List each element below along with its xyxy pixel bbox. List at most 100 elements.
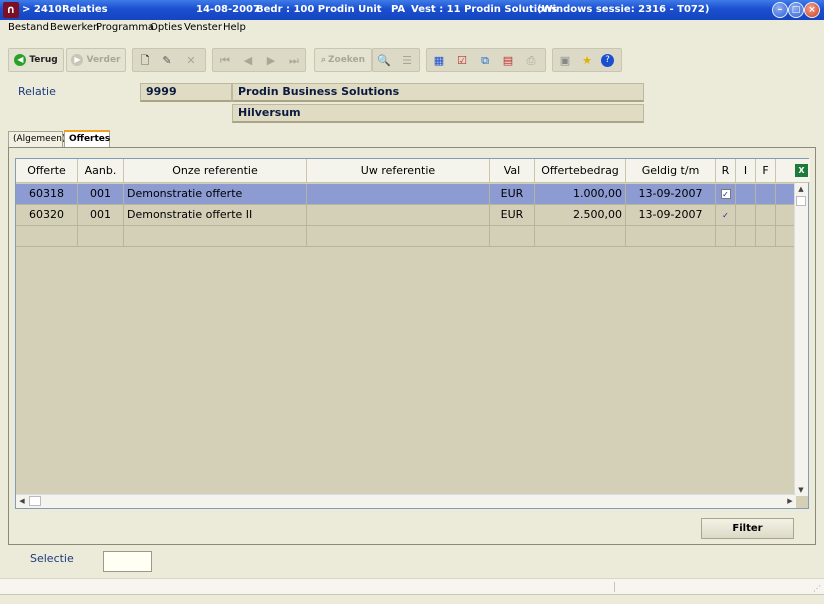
selection-label: Selectie (30, 552, 74, 565)
title-bar: ∩ > 2410 Relaties 14-08-2007 Bedr : 100 … (0, 0, 824, 20)
help-icon[interactable]: ? (601, 54, 614, 67)
forward-button[interactable]: ▶ Verder (66, 48, 126, 72)
forward-arrow-icon: ▶ (71, 54, 84, 66)
col-extra (776, 159, 794, 183)
cell-i (736, 205, 756, 226)
col-offertebedrag[interactable]: Offertebedrag (535, 159, 626, 183)
resize-grip-icon[interactable]: ⋰ (813, 584, 821, 593)
cell-uw-ref (307, 184, 490, 205)
scroll-thumb[interactable] (796, 196, 806, 206)
menu-venster[interactable]: Venster (184, 22, 222, 33)
network-icon[interactable]: ⧉ (477, 53, 493, 69)
grid-header: Offerte Aanb. Onze referentie Uw referen… (16, 159, 810, 183)
col-offerte[interactable]: Offerte (16, 159, 78, 183)
menu-bewerken[interactable]: Bewerken (50, 22, 99, 33)
search-button[interactable]: ⌕ Zoeken (314, 48, 372, 72)
relation-number-field: 9999 (140, 83, 232, 102)
checkbox-r[interactable]: ✓ (721, 210, 731, 220)
tab-algemeen[interactable]: (Algemeen) (8, 131, 65, 147)
view-group: 🔍 ☰ (372, 48, 420, 72)
app-icon[interactable]: ∩ (3, 2, 19, 18)
table-row-empty[interactable] (16, 226, 794, 247)
selection-input[interactable] (103, 551, 152, 572)
tools-group: ▦ ☑ ⧉ ▤ ⎙ (426, 48, 546, 72)
col-aanb[interactable]: Aanb. (78, 159, 124, 183)
window-title: Relaties (62, 4, 108, 15)
checkbox-r[interactable]: ✓ (720, 189, 731, 199)
cell-bedrag: 2.500,00 (535, 205, 626, 226)
hscroll-thumb[interactable] (29, 496, 41, 506)
back-arrow-icon: ◀ (14, 54, 27, 66)
excel-export-icon[interactable]: X (794, 159, 810, 183)
cell-bedrag: 1.000,00 (535, 184, 626, 205)
col-val[interactable]: Val (490, 159, 535, 183)
cell-f (756, 205, 776, 226)
search-label: Zoeken (327, 55, 366, 65)
zoom-search-icon[interactable]: 🔍 (376, 53, 392, 69)
cell-aanb: 001 (78, 205, 124, 226)
cell-r: ✓ (716, 205, 736, 226)
cell-i (736, 184, 756, 205)
relation-city-field: Hilversum (232, 104, 644, 123)
search-icon: ⌕ (320, 55, 326, 65)
maximize-icon[interactable]: □ (788, 2, 804, 18)
list-view-icon[interactable]: ☰ (399, 53, 415, 69)
scroll-up-icon[interactable]: ▲ (795, 183, 807, 195)
first-record-icon[interactable]: ⏮ (217, 53, 233, 69)
menu-opties[interactable]: Opties (150, 22, 182, 33)
cell-aanb: 001 (78, 184, 124, 205)
checklist-icon[interactable]: ☑ (454, 53, 470, 69)
forward-label: Verder (86, 55, 121, 65)
window-user: PA (391, 4, 406, 15)
cell-extra (776, 184, 794, 205)
horizontal-scrollbar[interactable]: ◀ ▶ (16, 494, 796, 508)
col-uw-referentie[interactable]: Uw referentie (307, 159, 490, 183)
cell-val: EUR (490, 205, 535, 226)
scroll-right-icon[interactable]: ▶ (784, 495, 796, 507)
new-document-icon[interactable]: 🗋 (137, 53, 153, 69)
status-bar: ⋰ (0, 578, 824, 594)
menu-programma[interactable]: Programma (96, 22, 154, 33)
col-i[interactable]: I (736, 159, 756, 183)
relation-name-field: Prodin Business Solutions (232, 83, 644, 102)
print-icon[interactable]: ⎙ (523, 53, 539, 69)
delete-icon[interactable]: ✕ (183, 53, 199, 69)
next-record-icon[interactable]: ▶ (263, 53, 279, 69)
window-code: > 2410 (22, 4, 62, 15)
table-row[interactable]: 60318 001 Demonstratie offerte EUR 1.000… (16, 184, 794, 205)
navigation-group: ⏮ ◀ ▶ ⏭ (212, 48, 306, 72)
favorite-star-icon[interactable]: ★ (579, 53, 595, 69)
menu-help[interactable]: Help (223, 22, 246, 33)
calendar-icon[interactable]: ▦ (431, 53, 447, 69)
back-label: Terug (29, 55, 58, 65)
cell-offerte: 60320 (16, 205, 78, 226)
filter-button[interactable]: Filter (701, 518, 794, 539)
minimize-icon[interactable]: – (772, 2, 788, 18)
offers-grid: Offerte Aanb. Onze referentie Uw referen… (15, 158, 810, 509)
cell-geldig: 13-09-2007 (626, 184, 716, 205)
vertical-scrollbar[interactable]: ▲ ▼ (794, 183, 808, 496)
cell-val: EUR (490, 184, 535, 205)
window-branch: Vest : 11 Prodin Solutions (411, 4, 558, 15)
tab-offertes[interactable]: Offertes (64, 130, 110, 148)
back-button[interactable]: ◀ Terug (8, 48, 64, 72)
window-company: Bedr : 100 Prodin Unit (256, 4, 382, 15)
col-r[interactable]: R (716, 159, 736, 183)
window-session: (Windows sessie: 2316 - T072) (537, 4, 710, 15)
edit-pencil-icon[interactable]: ✎ (159, 53, 175, 69)
close-icon[interactable]: × (804, 2, 820, 18)
col-onze-referentie[interactable]: Onze referentie (124, 159, 307, 183)
window-bottom-edge (0, 594, 824, 604)
notes-icon[interactable]: ▣ (557, 53, 573, 69)
cell-onze-ref: Demonstratie offerte II (124, 205, 307, 226)
last-record-icon[interactable]: ⏭ (286, 53, 302, 69)
cell-r: ✓ (716, 184, 736, 205)
previous-record-icon[interactable]: ◀ (240, 53, 256, 69)
scroll-down-icon[interactable]: ▼ (795, 484, 807, 496)
scroll-left-icon[interactable]: ◀ (16, 495, 28, 507)
col-f[interactable]: F (756, 159, 776, 183)
menu-bestand[interactable]: Bestand (8, 22, 49, 33)
report-icon[interactable]: ▤ (500, 53, 516, 69)
table-row[interactable]: 60320 001 Demonstratie offerte II EUR 2.… (16, 205, 794, 226)
col-geldig[interactable]: Geldig t/m (626, 159, 716, 183)
